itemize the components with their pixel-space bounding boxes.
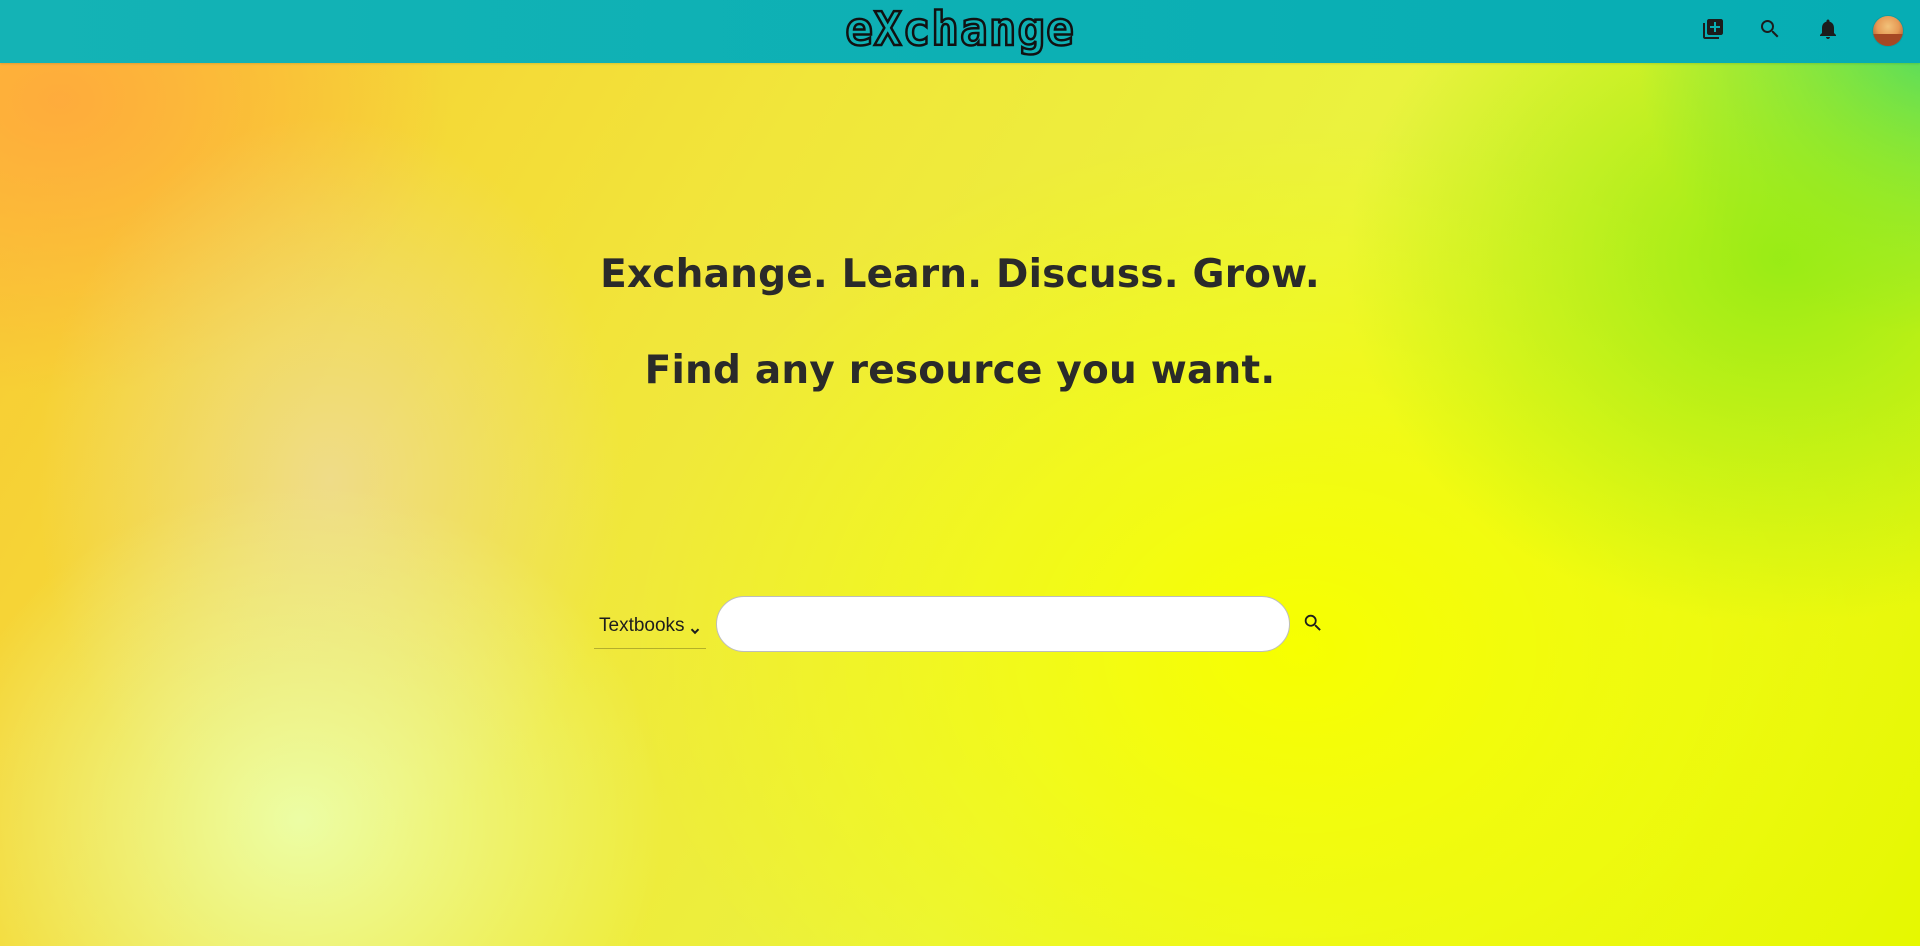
resource-search-input[interactable]: [716, 596, 1290, 652]
user-avatar[interactable]: [1873, 16, 1903, 46]
category-selected-label: Textbooks: [599, 615, 685, 636]
search-icon: [1758, 17, 1782, 45]
hero-subtitle: Find any resource you want.: [644, 348, 1276, 393]
header-search-button[interactable]: [1753, 14, 1787, 48]
bell-icon: [1816, 17, 1840, 45]
chevron-down-icon: [690, 621, 700, 635]
notifications-button[interactable]: [1811, 14, 1845, 48]
hero-tagline: Exchange. Learn. Discuss. Grow.: [600, 252, 1320, 297]
add-resource-button[interactable]: [1696, 14, 1730, 48]
app-logo[interactable]: eXchange: [0, 0, 1920, 58]
search-icon: [1302, 612, 1324, 638]
category-dropdown[interactable]: Textbooks: [594, 604, 706, 649]
search-submit-button[interactable]: [1300, 612, 1326, 638]
top-navigation-bar: eXchange: [0, 0, 1920, 63]
add-library-icon: [1701, 17, 1725, 45]
